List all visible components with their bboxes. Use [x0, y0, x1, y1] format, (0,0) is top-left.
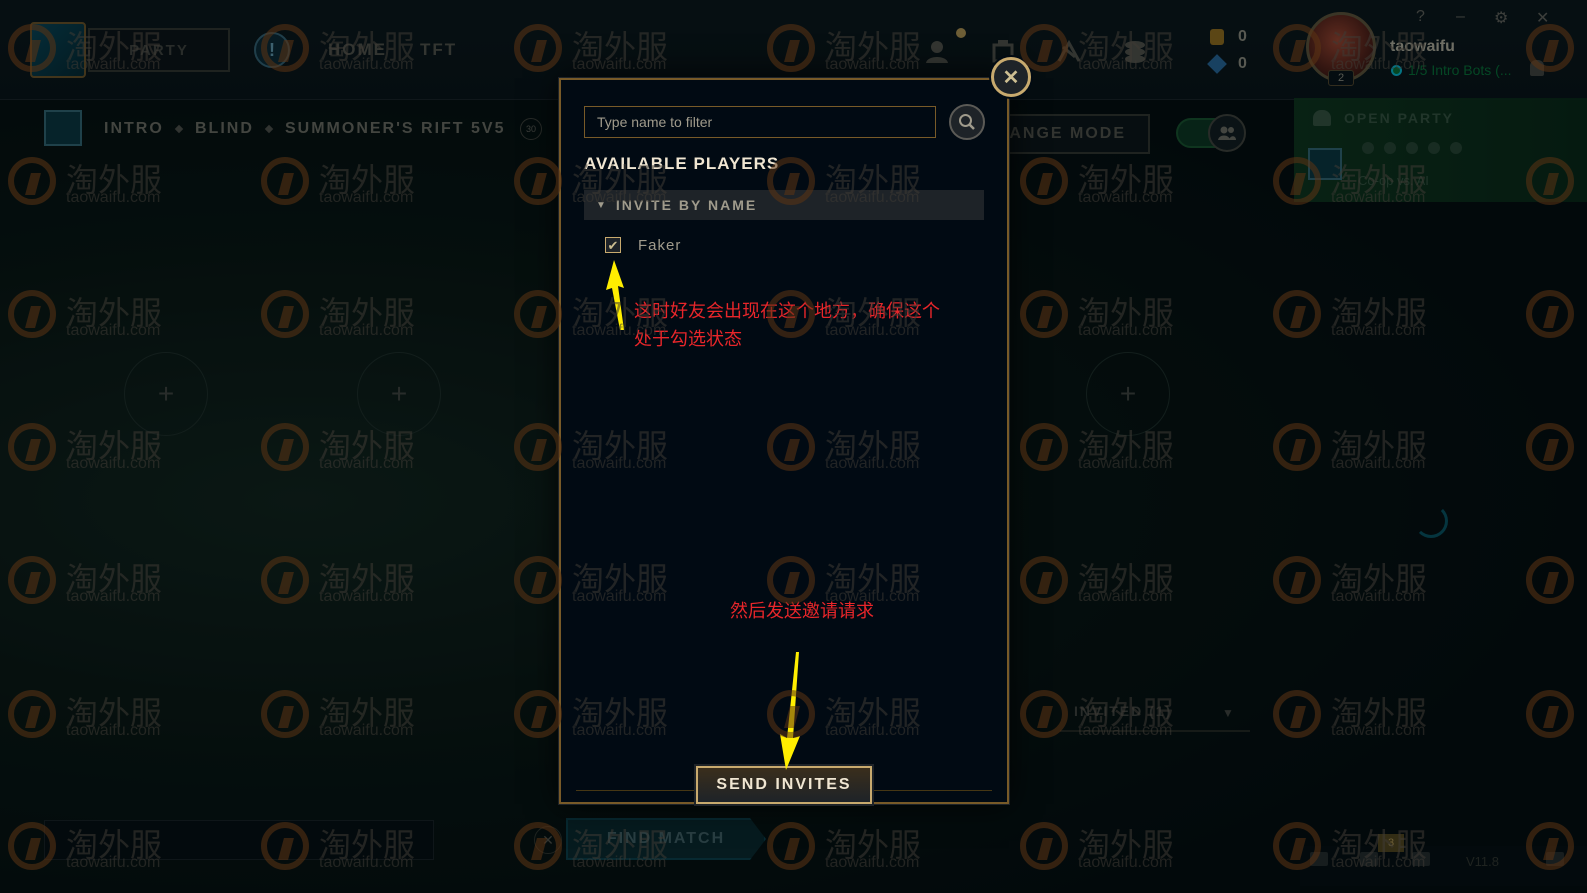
invite-by-name-label: INVITE BY NAME: [615, 197, 758, 213]
annotation-note-1-line-1: 这时好友会出现在这个地方，确保这个: [634, 301, 940, 322]
annotation-note-1-line-2: 处于勾选状态: [634, 329, 742, 350]
available-players-title: AVAILABLE PLAYERS: [584, 154, 780, 173]
annotation-note-2: 然后发送邀请请求: [730, 601, 874, 622]
player-checkbox[interactable]: ✔: [605, 237, 621, 253]
close-modal-button[interactable]: ✕: [991, 57, 1031, 97]
annotation-arrow-down-icon: [780, 652, 800, 770]
invite-by-name-header[interactable]: ▼ INVITE BY NAME: [584, 190, 984, 220]
player-filter-input[interactable]: [584, 106, 936, 138]
league-client: PARTY ! HOME TFT 0 0 2 taowaifu 1/5 Intr…: [0, 0, 1587, 893]
caret-down-icon: ▼: [596, 199, 606, 211]
annotation-arrow-up-icon: [606, 260, 624, 330]
annotation-note-1: 这时好友会出现在这个地方，确保这个 处于勾选状态: [634, 298, 940, 354]
search-icon[interactable]: [949, 104, 985, 140]
player-name[interactable]: Faker: [638, 237, 681, 254]
